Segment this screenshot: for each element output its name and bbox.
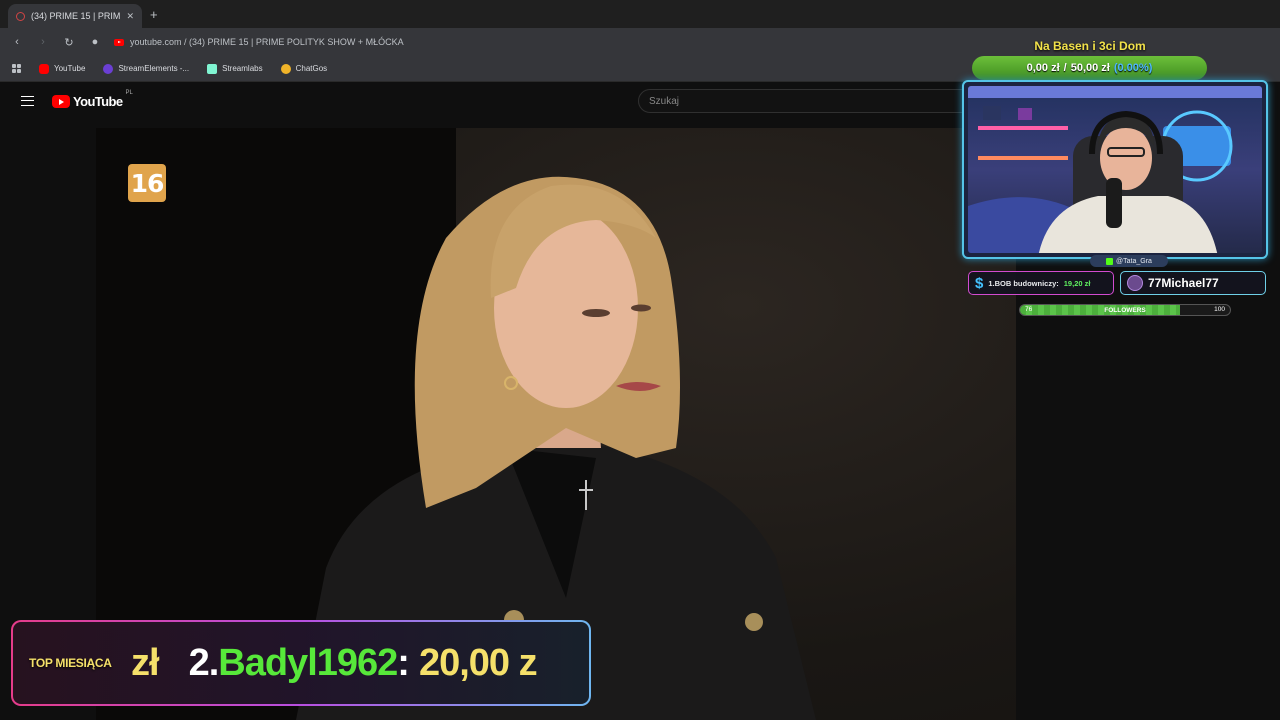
- goal-percent: (0.00%): [1113, 62, 1153, 74]
- tab-favicon-icon: [16, 11, 25, 21]
- address-text: youtube.com / (34) PRIME 15 | PRIME POLI…: [130, 37, 404, 47]
- latest-sub-box: 77Michael77: [1120, 271, 1266, 295]
- followers-progress-bar: 76 FOLLOWERS 100: [1019, 304, 1231, 316]
- alert-boxes: $ 1.BOB budowniczy: 19,20 zł 77Michael77: [968, 271, 1266, 295]
- streamlabs-icon: [207, 63, 218, 74]
- bookmark-streamlabs[interactable]: Streamlabs: [207, 63, 263, 74]
- forward-icon[interactable]: ›: [36, 36, 50, 48]
- ticker-donor-name: Badyl1962: [218, 642, 398, 684]
- heart-icon: [1127, 275, 1143, 291]
- youtube-play-icon: [52, 95, 70, 108]
- webcam-frame: [962, 80, 1268, 259]
- webcam-handle-tag: @Tata_Gra: [1090, 255, 1168, 267]
- back-icon[interactable]: ‹: [10, 36, 24, 48]
- top-donor-ticker: TOP MIESIĄCA zł 2.Badyl1962: 20,00 z: [11, 620, 591, 706]
- top-tip-box: $ 1.BOB budowniczy: 19,20 zł: [968, 271, 1114, 295]
- goal-current: 0,00 zł: [1026, 62, 1060, 74]
- menu-icon[interactable]: [21, 96, 34, 106]
- ticker-rank: 2.: [188, 642, 220, 684]
- ticker-label: TOP MIESIĄCA: [29, 656, 112, 670]
- youtube-logo[interactable]: YouTube PL: [52, 90, 133, 109]
- goal-target: 50,00 zł: [1070, 62, 1110, 74]
- new-tab-button[interactable]: +: [150, 7, 158, 22]
- streamelements-icon: [103, 63, 114, 74]
- bookmark-streamelements[interactable]: StreamElements -...: [103, 63, 189, 74]
- ticker-donation-value: 20,00 z: [418, 642, 538, 684]
- tab-close-icon[interactable]: ✕: [126, 11, 134, 22]
- search-input[interactable]: Szukaj: [638, 89, 968, 113]
- top-tip-label: 1.BOB budowniczy:: [988, 278, 1059, 288]
- latest-sub-name: 77Michael77: [1148, 276, 1219, 290]
- donation-goal-title: Na Basen i 3ci Dom: [1034, 39, 1146, 53]
- webcam-scene: [968, 86, 1262, 253]
- kick-icon: [1106, 257, 1114, 265]
- followers-label: FOLLOWERS: [1104, 306, 1146, 314]
- site-favicon-icon: [114, 38, 124, 46]
- bookmark-youtube[interactable]: YouTube: [39, 63, 85, 74]
- top-tip-amount: 19,20 zł: [1063, 278, 1091, 288]
- ticker-prev-tail: zł: [131, 642, 160, 684]
- age-rating-badge: 16: [128, 164, 166, 202]
- mic-icon[interactable]: ●: [88, 36, 102, 48]
- browser-tab-bar: (34) PRIME 15 | PRIME POLITY ✕ +: [0, 0, 1280, 28]
- tab-title: (34) PRIME 15 | PRIME POLITY: [31, 11, 121, 21]
- bookmark-chatgos[interactable]: ChatGos: [280, 63, 327, 74]
- reload-icon[interactable]: ↻: [62, 36, 76, 49]
- ticker-scroll-text: zł 2.Badyl1962: 20,00 z: [131, 642, 538, 685]
- dollar-icon: $: [975, 274, 984, 292]
- donation-goal-bar: 0,00 zł / 50,00 zł (0.00%): [972, 56, 1207, 80]
- chatgos-icon: [280, 63, 291, 74]
- ticker-colon: :: [397, 642, 410, 684]
- followers-goal: 100: [1214, 306, 1225, 313]
- youtube-icon: [39, 63, 49, 74]
- webcam-feed: [968, 86, 1262, 253]
- apps-grid-icon[interactable]: [12, 64, 21, 73]
- browser-tab[interactable]: (34) PRIME 15 | PRIME POLITY ✕: [8, 4, 142, 28]
- address-bar[interactable]: youtube.com / (34) PRIME 15 | PRIME POLI…: [114, 37, 404, 47]
- goal-separator: /: [1063, 62, 1067, 74]
